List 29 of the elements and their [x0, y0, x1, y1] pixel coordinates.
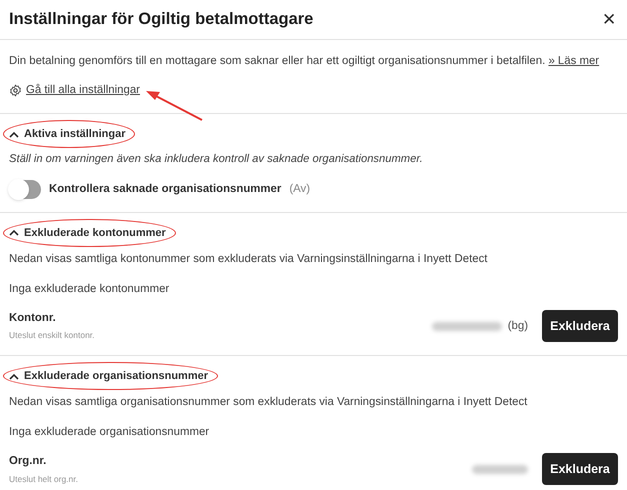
settings-icon[interactable]	[9, 84, 22, 98]
toggle-label: Kontrollera saknade organisationsnummer	[49, 182, 282, 197]
blurred-value	[432, 322, 502, 331]
empty-text: Inga exkluderade kontonummer	[9, 282, 170, 298]
field-label: Kontonr.	[9, 311, 57, 326]
toggle-state: (Av)	[289, 182, 310, 197]
toggle-switch[interactable]	[9, 180, 41, 199]
field-suffix: (bg)	[508, 318, 528, 334]
chevron-up-icon[interactable]	[9, 229, 19, 236]
window-title: Inställningar för Ogiltig betalmottagare	[9, 9, 314, 30]
hint-text: Ställ in om varningen även ska inkludera kontroll av saknade organisationsnummer.	[9, 152, 424, 168]
field-label: Org.nr.	[9, 454, 48, 470]
description-text: Nedan visas samtliga kontonummer som exkluderats via Varningsinställningarna i Inyett Detect	[9, 252, 488, 267]
chevron-up-icon[interactable]	[9, 130, 19, 138]
section-heading[interactable]: Exkluderade organisationsnummer	[24, 368, 208, 384]
exclude-button[interactable]: Exkludera	[542, 310, 618, 342]
section-heading[interactable]: Aktiva inställningar	[24, 126, 126, 142]
chevron-up-icon[interactable]	[9, 372, 19, 380]
section-heading[interactable]: Exkluderade kontonummer	[24, 224, 166, 242]
settings-link[interactable]: Gå till alla inställningar	[26, 82, 140, 100]
empty-text: Inga exkluderade organisationsnummer	[9, 425, 210, 440]
read-more-link[interactable]: » Läs mer	[548, 55, 600, 67]
blurred-value	[472, 464, 528, 474]
exclude-button[interactable]: Exkludera	[542, 453, 618, 486]
intro-text: Din betalning genomförs till en mottagare som saknar eller har ett ogiltigt organisationsnummer i betalfilen. » Läs mer	[9, 54, 600, 69]
field-hint: Uteslut helt org.nr.	[9, 472, 79, 486]
description-text: Nedan visas samtliga organisationsnummer som exkluderats via Varningsinställningarna i Inyett Detect	[9, 395, 528, 410]
close-button[interactable]: ✕	[602, 11, 616, 28]
field-hint: Uteslut enskilt kontonr.	[9, 329, 96, 342]
